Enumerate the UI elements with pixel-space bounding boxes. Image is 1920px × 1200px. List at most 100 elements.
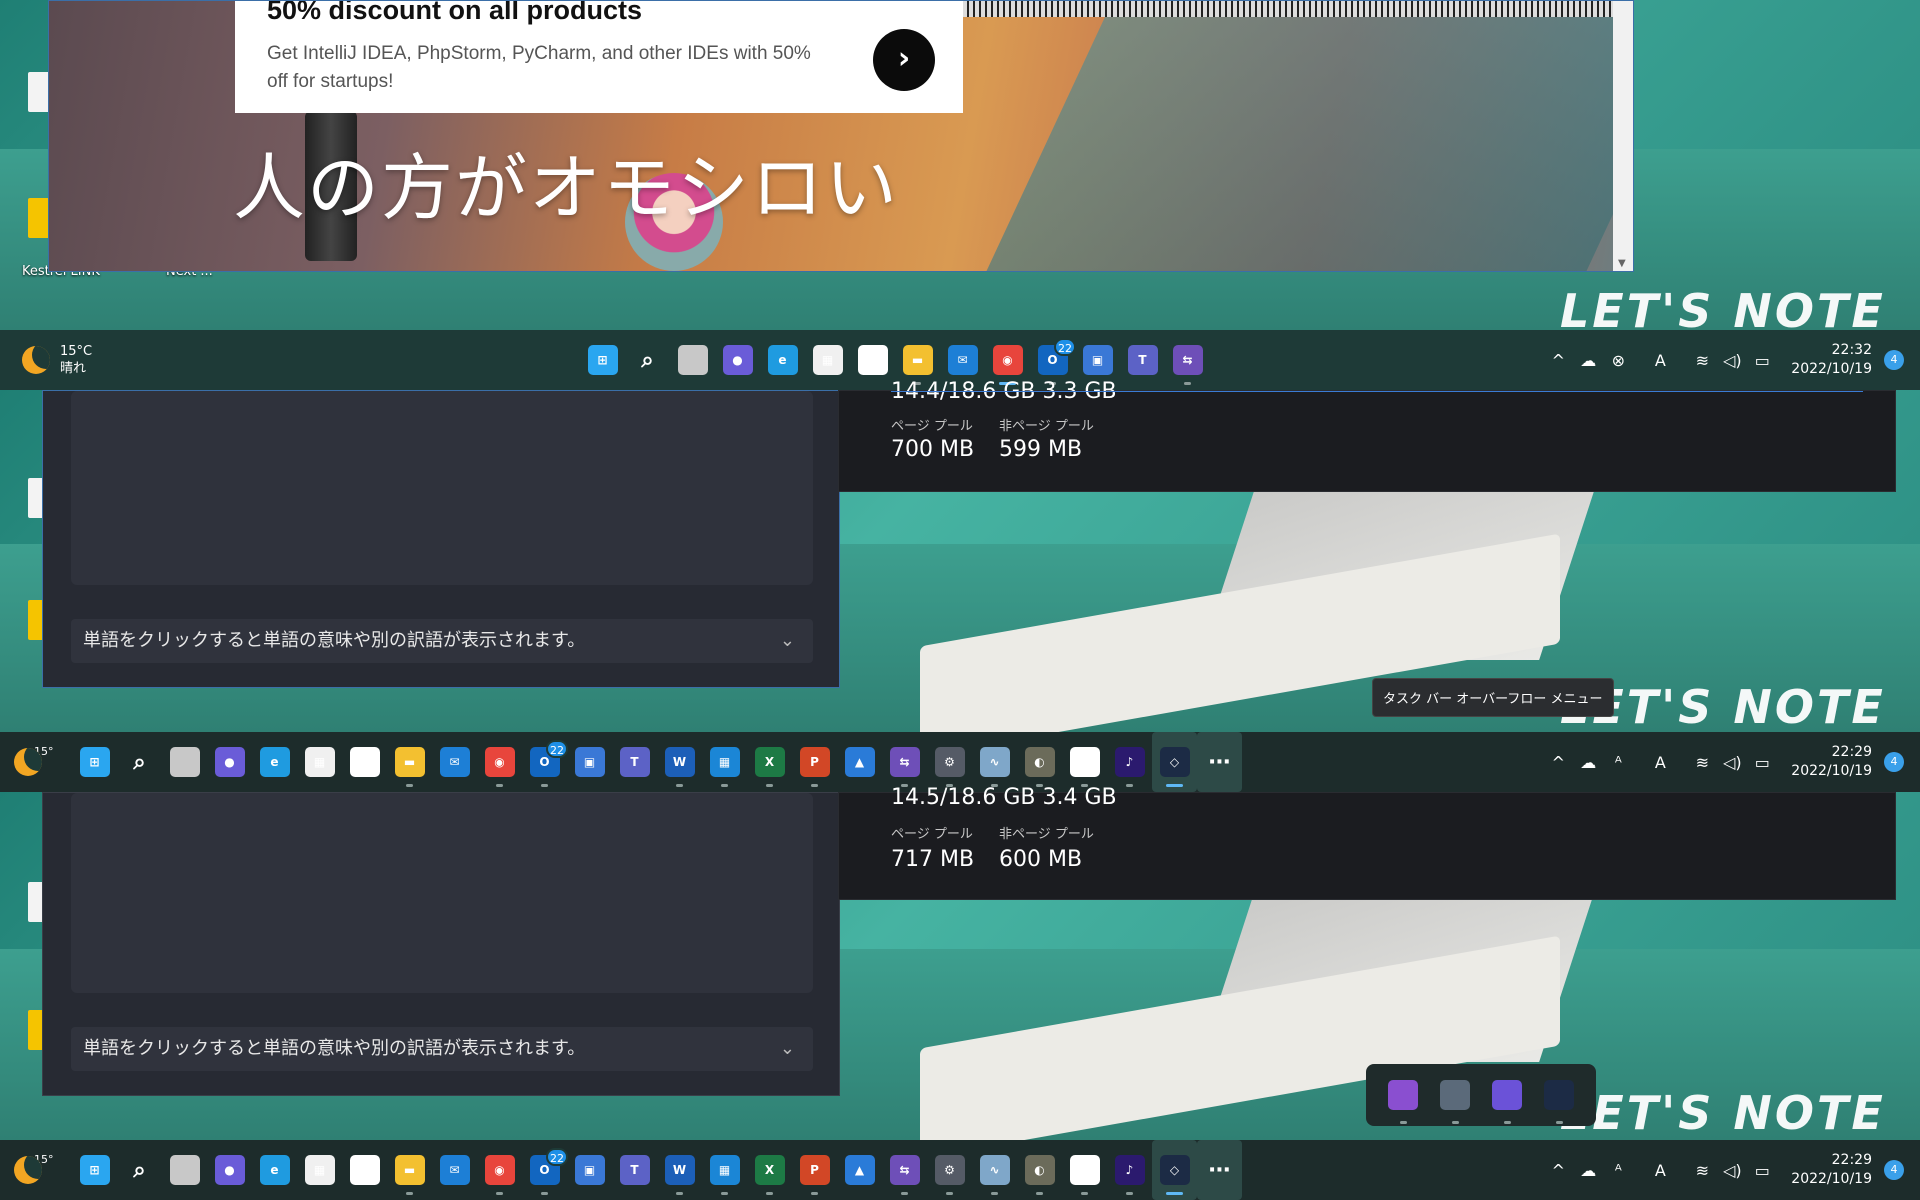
- cloud-icon[interactable]: ☁: [1573, 351, 1603, 370]
- task-view-icon[interactable]: [670, 330, 715, 390]
- store-icon[interactable]: ▦: [805, 330, 850, 390]
- clock[interactable]: 22:32 2022/10/19: [1791, 341, 1872, 379]
- power-automate-icon[interactable]: ⇆: [882, 1140, 927, 1200]
- adobe-x-icon[interactable]: ᴬ: [1603, 753, 1633, 772]
- notification-badge[interactable]: 4: [1884, 1160, 1904, 1180]
- search-icon[interactable]: ⌕: [117, 1140, 162, 1200]
- mail-icon[interactable]: ✉: [432, 1140, 477, 1200]
- kestrel-icon[interactable]: K: [1062, 732, 1107, 792]
- teams-icon[interactable]: T: [1120, 330, 1165, 390]
- translation-area[interactable]: [71, 793, 813, 993]
- weather-widget[interactable]: 15°: [14, 732, 54, 792]
- task-view-icon[interactable]: [162, 1140, 207, 1200]
- wifi-icon[interactable]: ≋: [1687, 351, 1717, 370]
- explorer-icon[interactable]: ▬: [387, 732, 432, 792]
- chat-icon[interactable]: ●: [207, 1140, 252, 1200]
- explorer-icon[interactable]: ▬: [387, 1140, 432, 1200]
- powerpoint-icon[interactable]: P: [792, 732, 837, 792]
- chrome-icon[interactable]: ◉: [477, 732, 522, 792]
- wifi-icon[interactable]: ≋: [1687, 753, 1717, 772]
- edge-icon[interactable]: e: [252, 732, 297, 792]
- chevron-up-icon[interactable]: ^: [1543, 753, 1573, 772]
- store-icon[interactable]: ▦: [297, 1140, 342, 1200]
- reader-icon[interactable]: [1486, 1074, 1528, 1124]
- volume-icon[interactable]: ◁): [1717, 1161, 1747, 1180]
- edge-icon[interactable]: e: [760, 330, 805, 390]
- power-automate-icon[interactable]: ⇆: [882, 732, 927, 792]
- store-icon[interactable]: ▦: [297, 732, 342, 792]
- deepl-icon[interactable]: ◇: [1152, 1140, 1197, 1200]
- scroll-down-icon[interactable]: ▼: [1618, 258, 1626, 269]
- weather-widget[interactable]: 15°C 晴れ: [22, 330, 92, 390]
- search-icon[interactable]: ⌕: [625, 330, 670, 390]
- hint-bar[interactable]: 単語をクリックすると単語の意味や別の訳語が表示されます。 ⌄: [71, 1027, 813, 1071]
- chevron-down-icon[interactable]: ⌄: [780, 1027, 795, 1071]
- word-icon[interactable]: W: [657, 1140, 702, 1200]
- promo-arrow-button[interactable]: ›: [873, 29, 935, 91]
- teams-icon[interactable]: T: [612, 732, 657, 792]
- outlook-icon[interactable]: O 22: [522, 732, 568, 792]
- task-view-icon[interactable]: [162, 732, 207, 792]
- start-icon[interactable]: ⊞: [72, 1140, 117, 1200]
- edge-icon[interactable]: e: [252, 1140, 297, 1200]
- battery-icon[interactable]: ▭: [1747, 753, 1777, 772]
- deepl-icon[interactable]: [1538, 1074, 1580, 1124]
- cloud-icon[interactable]: ☁: [1573, 753, 1603, 772]
- photos-icon[interactable]: ▲: [837, 732, 882, 792]
- excel-icon[interactable]: X: [747, 732, 792, 792]
- word-icon[interactable]: W: [657, 732, 702, 792]
- slack-icon[interactable]: ✱: [342, 1140, 387, 1200]
- deepl-icon[interactable]: ◇: [1152, 732, 1197, 792]
- start-icon[interactable]: ⊞: [580, 330, 625, 390]
- battery-icon[interactable]: ▭: [1747, 1161, 1777, 1180]
- cloud-icon[interactable]: ☁: [1573, 1161, 1603, 1180]
- adobe-icon[interactable]: A: [1645, 351, 1675, 370]
- more-icon[interactable]: ⋯: [1197, 1140, 1242, 1200]
- remote-desktop-icon[interactable]: ▣: [567, 732, 612, 792]
- translation-area[interactable]: [71, 391, 813, 585]
- slack-icon[interactable]: ✱: [342, 732, 387, 792]
- chrome-icon[interactable]: ◉: [477, 1140, 522, 1200]
- amazon-music-icon[interactable]: ♪: [1107, 1140, 1152, 1200]
- wifi-icon[interactable]: ≋: [1687, 1161, 1717, 1180]
- adobe-x-icon[interactable]: ᴬ: [1603, 1161, 1633, 1180]
- excel-icon[interactable]: X: [747, 1140, 792, 1200]
- more-icon[interactable]: ⋯: [1197, 732, 1242, 792]
- desktop-shortcut-icon[interactable]: [28, 72, 50, 112]
- chat-icon[interactable]: ●: [207, 732, 252, 792]
- calendar-icon[interactable]: ▦: [702, 1140, 747, 1200]
- adobe-icon[interactable]: A: [1645, 1161, 1675, 1180]
- power-automate-icon[interactable]: ⇆: [1165, 330, 1210, 390]
- calculator-icon[interactable]: [1434, 1074, 1476, 1124]
- clock[interactable]: 22:29 2022/10/19: [1791, 1151, 1872, 1189]
- photos-icon[interactable]: ▲: [837, 1140, 882, 1200]
- settings-icon[interactable]: ⚙: [927, 732, 972, 792]
- calendar-icon[interactable]: ▦: [702, 732, 747, 792]
- scrollbar[interactable]: ▼: [1613, 1, 1633, 271]
- outlook-icon[interactable]: O 22: [522, 1140, 568, 1200]
- volume-icon[interactable]: ◁): [1717, 351, 1747, 370]
- mail-icon[interactable]: ✉: [432, 732, 477, 792]
- powerpoint-icon[interactable]: P: [792, 1140, 837, 1200]
- resource-monitor-icon[interactable]: ∿: [972, 1140, 1017, 1200]
- chevron-up-icon[interactable]: ^: [1543, 351, 1573, 370]
- slack-icon[interactable]: ✱: [850, 330, 895, 390]
- clapper-icon[interactable]: [1382, 1074, 1424, 1124]
- close-circle-icon[interactable]: ⊗: [1603, 351, 1633, 370]
- promo-banner[interactable]: 50% discount on all products Get Intelli…: [235, 1, 963, 113]
- notification-badge[interactable]: 4: [1884, 752, 1904, 772]
- remote-desktop-icon[interactable]: ▣: [567, 1140, 612, 1200]
- amazon-music-icon[interactable]: ♪: [1107, 732, 1152, 792]
- notification-badge[interactable]: 4: [1884, 350, 1904, 370]
- chat-icon[interactable]: ●: [715, 330, 760, 390]
- gimp-icon[interactable]: ◐: [1017, 732, 1062, 792]
- search-icon[interactable]: ⌕: [117, 732, 162, 792]
- weather-widget[interactable]: 15°: [14, 1140, 54, 1200]
- adobe-icon[interactable]: A: [1645, 753, 1675, 772]
- chevron-down-icon[interactable]: ⌄: [780, 619, 795, 663]
- clock[interactable]: 22:29 2022/10/19: [1791, 743, 1872, 781]
- desktop-shortcut-icon[interactable]: [28, 198, 50, 238]
- resource-monitor-icon[interactable]: ∿: [972, 732, 1017, 792]
- start-icon[interactable]: ⊞: [72, 732, 117, 792]
- volume-icon[interactable]: ◁): [1717, 753, 1747, 772]
